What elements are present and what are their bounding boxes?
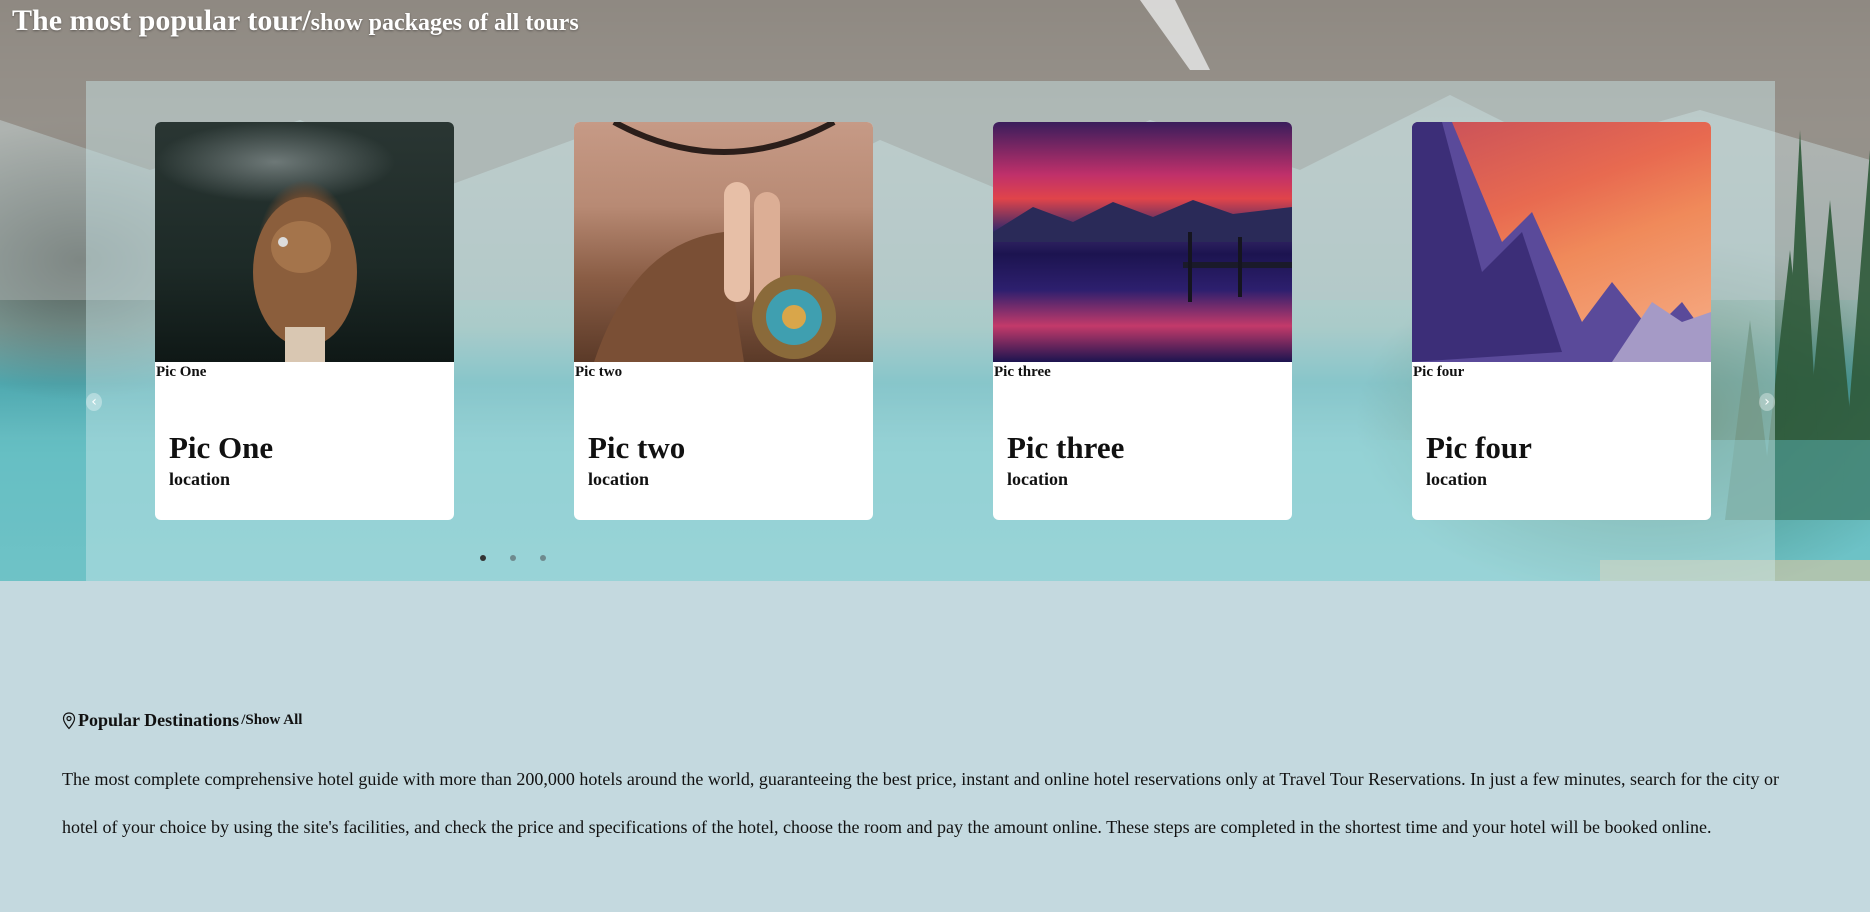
card-title: Pic two [588, 430, 686, 465]
section-description: The most complete comprehensive hotel gu… [62, 769, 1779, 837]
card-image-lake-sunset [993, 122, 1292, 362]
chevron-right-icon: › [1764, 394, 1770, 410]
carousel-pagination [480, 555, 546, 561]
hero-title: The most popular tour/show packages of a… [12, 4, 579, 38]
card-caption: Pic One [156, 364, 207, 380]
card-title: Pic four [1426, 430, 1532, 465]
card-image-henna-hand [574, 122, 873, 362]
woman-back-illustration [253, 197, 357, 362]
tour-card-pic-three[interactable]: Pic three Pic three location [993, 122, 1292, 520]
mountain-peak-illustration [1412, 122, 1711, 362]
carousel-dot-3[interactable] [540, 555, 546, 561]
map-pin-icon [62, 711, 76, 729]
card-title: Pic One [169, 430, 274, 465]
hero-banner: The most popular tour/show packages of a… [0, 0, 1870, 581]
lake-pier-illustration [993, 200, 1292, 302]
carousel-prev-button[interactable]: ‹ [86, 393, 102, 411]
card-location: location [1426, 469, 1487, 489]
card-caption: Pic four [1413, 364, 1465, 380]
section-heading: Popular Destinations /Show All [62, 710, 1807, 731]
card-title: Pic three [1007, 430, 1125, 465]
card-location: location [169, 469, 230, 489]
tour-card-pic-four[interactable]: Pic four Pic four location [1412, 122, 1711, 520]
card-caption: Pic three [994, 364, 1051, 380]
chevron-left-icon: ‹ [91, 394, 97, 410]
section-title: Popular Destinations [78, 710, 240, 730]
carousel-next-button[interactable]: › [1759, 393, 1775, 411]
card-image-woman-hair [155, 122, 454, 362]
card-location: location [1007, 469, 1068, 489]
tour-carousel: ‹ › Pic One Pic One location Pic two Pic… [86, 81, 1775, 581]
henna-hand-illustration [594, 122, 836, 362]
show-all-link[interactable]: /Show All [241, 712, 302, 729]
card-location: location [588, 469, 649, 489]
carousel-dot-1[interactable] [480, 555, 486, 561]
card-image-purple-mountain [1412, 122, 1711, 362]
hero-title-main: The most popular tour/ [12, 4, 311, 37]
popular-destinations-section: Popular Destinations /Show All The most … [62, 710, 1807, 851]
tour-card-pic-one[interactable]: Pic One Pic One location [155, 122, 454, 520]
show-all-tours-link[interactable]: show packages of all tours [311, 10, 579, 36]
card-caption: Pic two [575, 364, 623, 380]
tour-card-pic-two[interactable]: Pic two Pic two location [574, 122, 873, 520]
carousel-dot-2[interactable] [510, 555, 516, 561]
